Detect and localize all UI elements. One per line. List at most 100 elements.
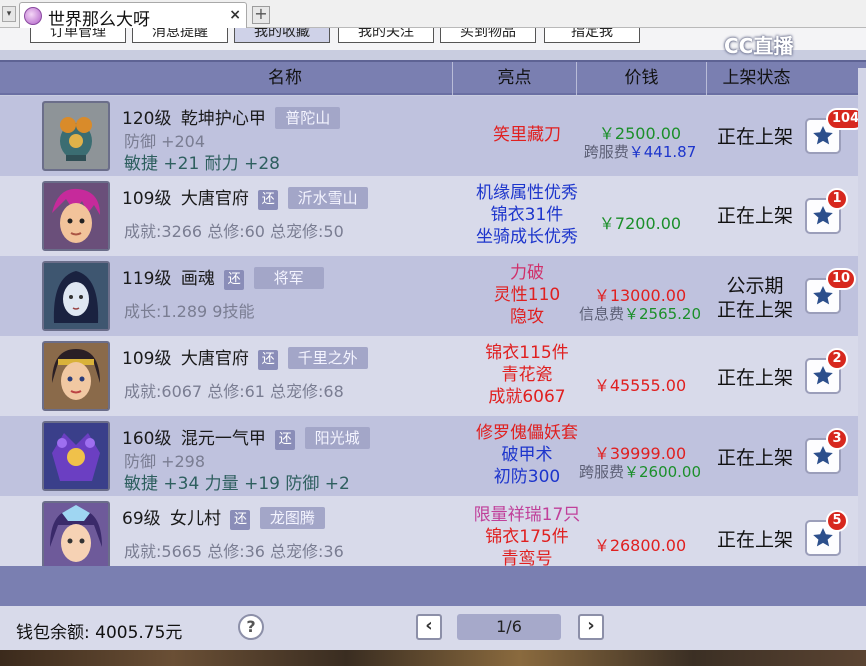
- server-badge: 沂水雪山: [287, 187, 368, 209]
- table-row[interactable]: 109级 大唐官府 还 沂水雪山 成就:3266 总修:60 总宠修:50 机缘…: [0, 176, 866, 256]
- fee-label: 跨服费: [583, 143, 629, 161]
- item-level: 69级: [122, 509, 161, 529]
- price: ￥7200.00: [598, 214, 682, 233]
- fee-amount: ￥2565.20: [623, 305, 702, 323]
- favorite-count-badge: 3: [826, 428, 848, 450]
- item-title: 69级 女儿村 还 龙图腾: [122, 504, 325, 530]
- table-row[interactable]: 120级 乾坤护心甲 普陀山 防御 +204 敏捷 +21 耐力 +28 笑里藏…: [0, 96, 866, 176]
- tab-menu-arrow-icon[interactable]: ▾: [2, 6, 16, 22]
- tab-my-follows[interactable]: 我的关注: [338, 28, 434, 43]
- game-favicon-icon: [24, 7, 42, 25]
- highlight-text: 力破: [510, 263, 544, 283]
- table-row[interactable]: 69级 女儿村 还 龙图腾 成就:5665 总修:36 总宠修:36 限量祥瑞1…: [0, 496, 866, 566]
- highlight-text: 限量祥瑞17只: [473, 505, 581, 525]
- item-title: 109级 大唐官府 还 千里之外: [122, 344, 368, 370]
- item-name: 混元一气甲: [180, 429, 266, 449]
- item-stat-line: 成就:5665 总修:36 总宠修:36: [124, 542, 344, 561]
- browser-tab-bar: ▾ 世界那么大呀 × +: [0, 0, 866, 30]
- server-badge: 千里之外: [287, 347, 368, 369]
- item-stat-line: 成长:1.289 9技能: [124, 302, 255, 321]
- table-row[interactable]: 160级 混元一气甲 还 阳光城 防御 +298 敏捷 +34 力量 +19 防…: [0, 416, 866, 496]
- item-name: 乾坤护心甲: [180, 109, 266, 129]
- tab-title: 世界那么大呀: [48, 10, 150, 30]
- server-badge: 龙图腾: [259, 507, 325, 529]
- huan-badge: 还: [275, 430, 296, 450]
- tab-my-favorites[interactable]: 我的收藏: [234, 28, 330, 43]
- highlight-text: 机缘属性优秀: [476, 183, 578, 203]
- fee-label: 跨服费: [578, 463, 624, 481]
- status-listed: 正在上架: [716, 299, 793, 321]
- fee-amount: ￥441.87: [628, 143, 697, 161]
- huan-badge: 还: [230, 510, 251, 530]
- tab-bought-items[interactable]: 买到物品: [440, 28, 536, 43]
- item-title: 120级 乾坤护心甲 普陀山: [122, 104, 341, 129]
- item-attr-line: 敏捷 +34 力量 +19 防御 +2: [124, 474, 350, 494]
- item-name: 女儿村: [170, 509, 222, 529]
- tab-designated-me[interactable]: 指定我: [544, 28, 640, 43]
- character-portrait-icon[interactable]: [42, 341, 110, 411]
- favorite-count-badge: 2: [826, 348, 848, 370]
- item-level: 160级: [122, 429, 172, 449]
- item-level: 119级: [122, 269, 172, 289]
- fee-amount: ￥2600.00: [623, 463, 702, 481]
- item-name: 大唐官府: [180, 349, 249, 369]
- item-title: 160级 混元一气甲 还 阳光城: [122, 424, 370, 450]
- page-indicator: 1/6: [457, 614, 561, 640]
- prev-page-button[interactable]: ‹: [416, 614, 442, 640]
- listing-status: 正在上架: [716, 367, 793, 389]
- help-icon[interactable]: ?: [238, 614, 264, 640]
- favorite-count-badge: 10: [826, 268, 857, 290]
- item-level: 120级: [122, 109, 172, 129]
- favorite-count-badge: 1: [826, 188, 848, 210]
- browser-tab[interactable]: 世界那么大呀 ×: [19, 2, 247, 30]
- table-header: 名称 亮点 价钱 上架状态: [0, 60, 866, 95]
- item-attr-line: 敏捷 +21 耐力 +28: [124, 154, 280, 174]
- item-title: 119级 画魂 还 将军: [122, 264, 324, 290]
- game-taskbar-strip: [0, 650, 866, 666]
- huan-badge: 还: [258, 190, 279, 210]
- next-page-button[interactable]: ›: [578, 614, 604, 640]
- price: ￥26800.00: [593, 536, 687, 555]
- table-row[interactable]: 109级 大唐官府 还 千里之外 成就:6067 总修:61 总宠修:68 锦衣…: [0, 336, 866, 416]
- price: ￥45555.00: [593, 376, 687, 395]
- item-name: 画魂: [180, 269, 215, 289]
- item-stat-line: 成就:6067 总修:61 总宠修:68: [124, 382, 344, 401]
- table-row[interactable]: 119级 画魂 还 将军 成长:1.289 9技能 力破 灵性110 隐攻 ￥1…: [0, 256, 866, 336]
- server-badge: 将军: [253, 267, 324, 289]
- new-tab-button[interactable]: +: [252, 6, 270, 24]
- status-public-period: 公示期: [726, 275, 784, 297]
- server-badge: 阳光城: [304, 427, 370, 449]
- item-armor-icon[interactable]: [42, 421, 110, 491]
- header-highlight: 亮点: [452, 62, 576, 95]
- tab-order-management[interactable]: 订单管理: [30, 28, 126, 43]
- listing-status: 正在上架: [716, 529, 793, 551]
- item-level: 109级: [122, 189, 172, 209]
- header-name: 名称: [268, 68, 302, 88]
- header-listing-status: 上架状态: [706, 62, 806, 95]
- fee: 信息费￥2565.20: [572, 303, 708, 324]
- item-stat-line: 成就:3266 总修:60 总宠修:50: [124, 222, 344, 241]
- item-name: 大唐官府: [180, 189, 249, 209]
- listing-status: 正在上架: [716, 447, 793, 469]
- huan-badge: 还: [258, 350, 279, 370]
- tab-message-reminder[interactable]: 消息提醒: [132, 28, 228, 43]
- favorite-count-badge: 5: [826, 510, 848, 532]
- huan-badge: 还: [224, 270, 245, 290]
- close-tab-icon[interactable]: ×: [229, 7, 241, 23]
- wallet-balance: 钱包余额: 4005.75元: [16, 623, 183, 643]
- listing-status: 正在上架: [716, 205, 793, 227]
- list-bottom-band: [0, 566, 866, 606]
- footer-bar: 钱包余额: 4005.75元 ? ‹ 1/6 ›: [0, 606, 866, 650]
- listing-status: 正在上架: [716, 126, 793, 148]
- listing-status: 公示期 正在上架: [712, 274, 798, 322]
- character-portrait-icon[interactable]: [42, 181, 110, 251]
- server-badge: 普陀山: [275, 107, 341, 129]
- scrollbar[interactable]: [858, 68, 866, 608]
- header-price: 价钱: [576, 62, 706, 95]
- fee: 跨服费￥441.87: [572, 141, 708, 162]
- highlight-text: 锦衣115件: [485, 343, 569, 363]
- item-armor-icon[interactable]: [42, 101, 110, 171]
- pet-portrait-icon[interactable]: [42, 261, 110, 331]
- item-level: 109级: [122, 349, 172, 369]
- character-portrait-icon[interactable]: [42, 501, 110, 566]
